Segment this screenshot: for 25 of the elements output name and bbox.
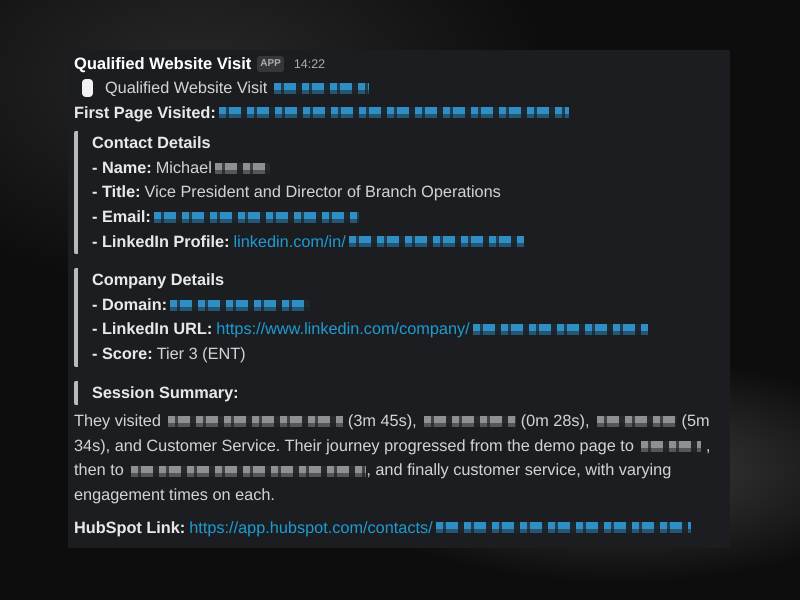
field-label: - LinkedIn Profile: [92, 232, 230, 253]
subtitle-text: Qualified Website Visit [105, 78, 268, 99]
redaction-mosaic [641, 440, 702, 452]
field-value: Vice President and Director of Branch Operations [144, 182, 501, 204]
section-title: Contact Details [92, 133, 211, 154]
field-label: - LinkedIn URL: [92, 319, 212, 340]
hubspot-link[interactable]: https://app.hubspot.com/contacts/ [189, 516, 433, 540]
section-title: Session Summary: [92, 382, 239, 404]
field-label: - Name: [92, 158, 152, 179]
message-time[interactable]: 14:22 [294, 52, 326, 76]
field-label: - Domain: [92, 294, 168, 316]
summary-paragraph: They visited (3m 45s), (0m 28s), (5m 34s), and Customer Service. Their journey progressed from the demo page to , then to , and finally customer service, with varying engagement times on each. [74, 411, 712, 506]
field-label: - Score: [92, 344, 153, 365]
sender-name[interactable]: Qualified Website Visit [74, 52, 252, 76]
field-label: First Page Visited: [74, 102, 216, 124]
field-link[interactable]: linkedin.com/in/ [234, 230, 346, 254]
field-value: Michael [156, 158, 212, 179]
app-badge: APP [257, 56, 284, 72]
field-label: - Title: [92, 182, 141, 204]
field-label: HubSpot Link: [74, 518, 186, 538]
app-icon [82, 79, 93, 98]
section-title: Company Details [92, 270, 224, 292]
field-label: - Email: [92, 206, 151, 228]
field-link[interactable]: https://www.linkedin.com/company/ [216, 317, 470, 342]
field-value: Tier 3 (ENT) [156, 344, 246, 365]
